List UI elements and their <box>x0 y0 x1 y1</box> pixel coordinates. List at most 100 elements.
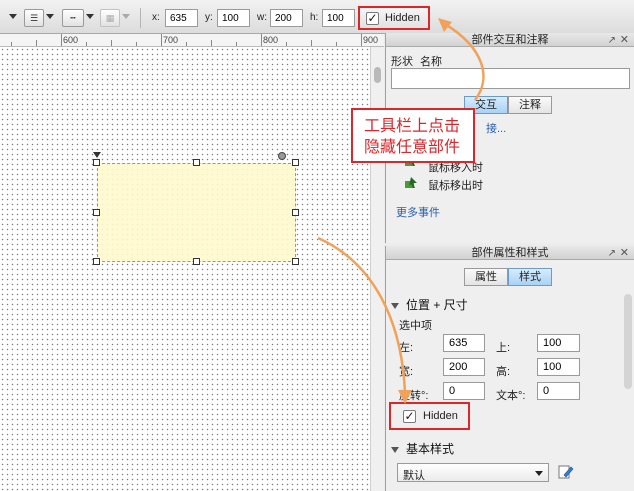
pin-icon[interactable]: ↗ <box>608 34 616 48</box>
panel-title: 部件属性和样式 <box>471 247 549 259</box>
h-input[interactable] <box>322 9 355 27</box>
line-pattern-button[interactable]: ┅ <box>62 9 84 27</box>
ruler-tick <box>111 40 112 46</box>
style-select[interactable]: 默认 <box>397 463 549 482</box>
panel-scrollbar[interactable] <box>624 294 632 389</box>
grid-options-dropdown-icon[interactable] <box>122 14 130 19</box>
left-label: 左: <box>399 342 414 354</box>
y-input[interactable] <box>217 9 250 27</box>
callout-line: 隐藏任意部件 <box>364 137 461 156</box>
ruler-tick <box>311 40 312 46</box>
interaction-tabs: 交互 注释 <box>464 96 552 114</box>
resize-handle[interactable] <box>93 258 100 265</box>
section-position-size[interactable]: 位置 + 尺寸 <box>391 296 468 313</box>
resize-handle[interactable] <box>93 159 100 166</box>
resize-handle[interactable] <box>193 159 200 166</box>
scrollbar-thumb[interactable] <box>374 67 381 83</box>
ruler-tick <box>286 42 287 46</box>
ruler-label: 900 <box>363 35 379 45</box>
y-label: y: <box>205 12 213 23</box>
ruler-tick <box>211 40 212 46</box>
ruler-tick <box>361 34 362 46</box>
tab-properties[interactable]: 属性 <box>464 268 508 286</box>
name-label: 名称 <box>420 56 442 68</box>
top-label: 上: <box>496 342 511 354</box>
close-icon[interactable]: ✕ <box>620 246 629 260</box>
pin-icon[interactable]: ↗ <box>608 247 616 261</box>
interaction-link[interactable]: 接... <box>486 120 506 136</box>
line-style-button[interactable]: ☰ <box>24 9 44 27</box>
ruler-tick <box>136 42 137 46</box>
interaction-panel-header: 部件交互和注释 ↗ ✕ <box>386 33 634 47</box>
hidden-label: Hidden <box>385 12 420 24</box>
toolbar-divider <box>140 8 141 28</box>
tab-styles[interactable]: 样式 <box>508 268 552 286</box>
panel-title: 部件交互和注释 <box>471 34 549 46</box>
width-label: 宽: <box>399 366 414 378</box>
ruler-label: 800 <box>263 35 279 45</box>
tab-notes[interactable]: 注释 <box>508 96 552 114</box>
ruler-tick <box>236 42 237 46</box>
resize-handle[interactable] <box>292 258 299 265</box>
ruler-tick <box>336 42 337 46</box>
h-label: h: <box>310 12 319 23</box>
line-style-dropdown-icon[interactable] <box>46 14 54 19</box>
grid-options-button[interactable]: ▦ <box>100 9 120 27</box>
hidden-checkbox[interactable]: ✓ <box>366 11 379 25</box>
ruler-tick <box>261 34 262 46</box>
annotation-callout: 工具栏上点击 隐藏任意部件 <box>351 108 475 163</box>
section-title: 位置 + 尺寸 <box>406 298 468 312</box>
shape-label: 形状 <box>391 56 413 68</box>
ruler-label: 600 <box>63 35 79 45</box>
dropdown-caret-icon[interactable] <box>9 14 17 19</box>
rotation-label: 旋转°: <box>399 390 429 402</box>
more-events-link[interactable]: 更多事件 <box>396 204 440 220</box>
collapse-triangle-icon[interactable] <box>391 302 399 309</box>
w-input[interactable] <box>270 9 303 27</box>
horizontal-ruler: 600 700 800 900 <box>0 34 384 47</box>
cursor-event-icon <box>405 177 417 188</box>
design-canvas[interactable]: 600 700 800 900 <box>0 34 384 491</box>
x-input[interactable] <box>165 9 198 27</box>
text-rotation-label: 文本°: <box>496 390 526 402</box>
collapse-triangle-icon[interactable] <box>391 446 399 453</box>
properties-panel: 部件属性和样式 ↗ ✕ 属性 样式 位置 + 尺寸 选中项 左: 上: 宽: 高… <box>385 246 634 491</box>
width-input[interactable] <box>443 358 485 376</box>
event-mouse-leave[interactable]: 鼠标移出时 <box>428 177 483 193</box>
chevron-down-icon <box>535 471 543 476</box>
hidden-checkbox[interactable]: ✓ <box>403 409 416 423</box>
resize-handle[interactable] <box>93 209 100 216</box>
x-label: x: <box>152 12 160 23</box>
ruler-label: 700 <box>163 35 179 45</box>
properties-tabs: 属性 样式 <box>464 268 552 286</box>
selected-rectangle-widget[interactable] <box>97 163 296 262</box>
height-label: 高: <box>496 366 511 378</box>
height-input[interactable] <box>537 358 580 376</box>
resize-handle[interactable] <box>292 209 299 216</box>
hidden-label: Hidden <box>423 410 458 422</box>
style-edit-icon[interactable] <box>558 464 574 480</box>
properties-panel-header: 部件属性和样式 ↗ ✕ <box>386 246 634 260</box>
widget-name-input[interactable] <box>391 68 630 89</box>
left-input[interactable] <box>443 334 485 352</box>
resize-handle[interactable] <box>292 159 299 166</box>
rotate-handle-icon[interactable] <box>278 152 286 160</box>
canvas-grid[interactable] <box>0 47 370 491</box>
section-basic-style[interactable]: 基本样式 <box>391 440 454 457</box>
line-pattern-dropdown-icon[interactable] <box>86 14 94 19</box>
ruler-tick <box>11 42 12 46</box>
ruler-tick <box>86 42 87 46</box>
top-input[interactable] <box>537 334 580 352</box>
resize-handle[interactable] <box>193 258 200 265</box>
anchor-handle-icon[interactable] <box>93 152 101 158</box>
close-icon[interactable]: ✕ <box>620 33 629 47</box>
rotation-input[interactable] <box>443 382 485 400</box>
toolbar-hidden-toggle[interactable]: ✓ Hidden <box>358 6 430 30</box>
selected-items-label: 选中项 <box>399 320 432 332</box>
w-label: w: <box>257 12 267 23</box>
text-rotation-input[interactable] <box>537 382 580 400</box>
ruler-tick <box>36 40 37 46</box>
panel-hidden-toggle[interactable]: ✓ Hidden <box>389 402 470 430</box>
ruler-tick <box>61 34 62 46</box>
section-title: 基本样式 <box>406 442 455 456</box>
